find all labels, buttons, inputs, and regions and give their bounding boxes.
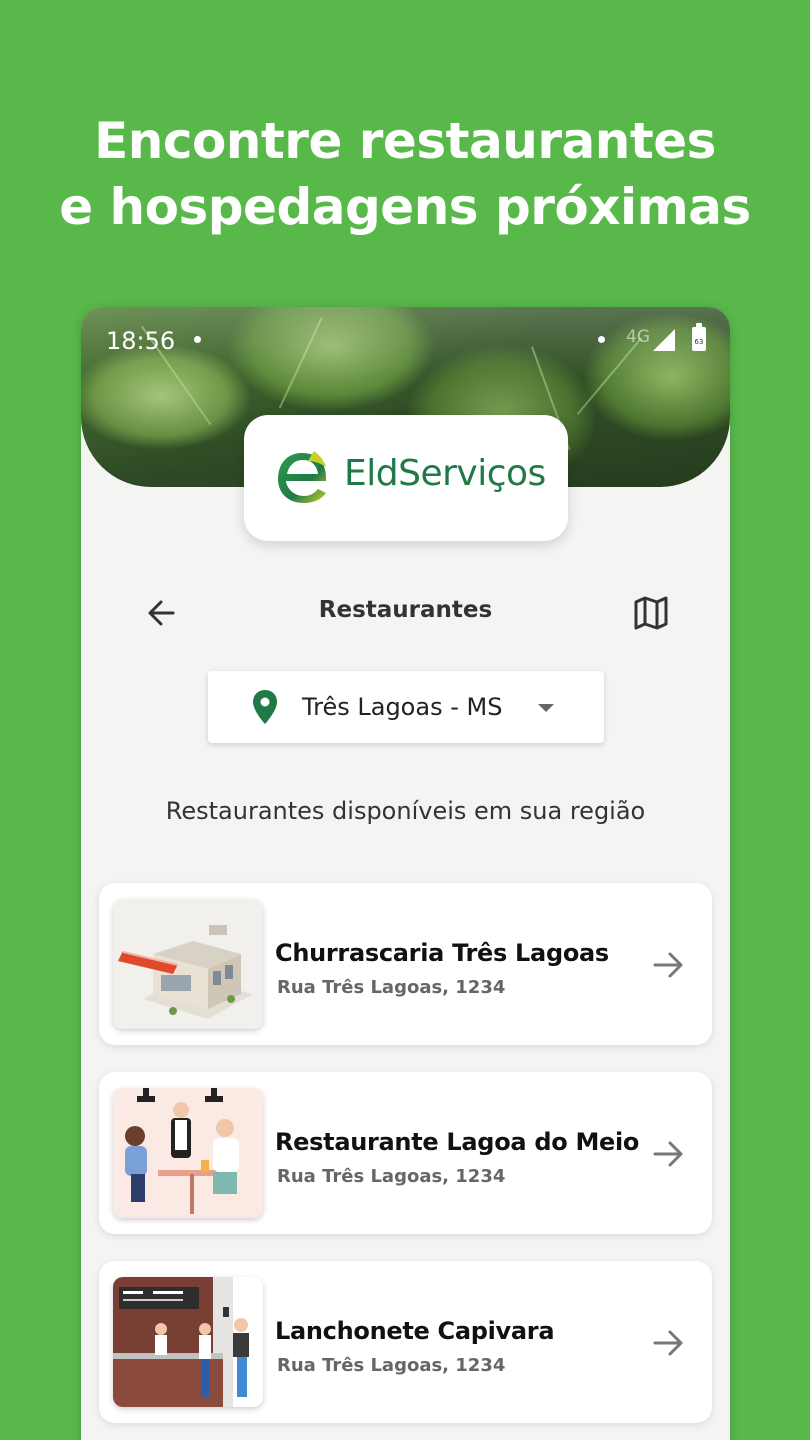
promo-headline: Encontre restaurantes e hospedagens próx… [0, 108, 810, 240]
battery-level: 63 [694, 338, 704, 346]
selected-location: Três Lagoas - MS [302, 693, 503, 721]
location-dropdown[interactable]: Três Lagoas - MS [208, 671, 604, 743]
notification-dot-icon [194, 336, 201, 343]
signal-icon [653, 329, 675, 351]
map-icon[interactable] [631, 593, 671, 633]
network-type: 4G [626, 327, 650, 347]
phone-screen: 18:56 4G 63 EldServiços Restaurantes Trê… [81, 307, 730, 1440]
status-time: 18:56 [106, 327, 176, 355]
headline-line-2: e hospedagens próximas [59, 178, 751, 236]
location-pin-icon [253, 690, 277, 724]
restaurant-thumbnail [113, 1277, 263, 1407]
arrow-right-icon[interactable] [651, 1325, 687, 1361]
restaurant-card[interactable]: Lanchonete Capivara Rua Três Lagoas, 123… [99, 1261, 712, 1423]
restaurant-name: Churrascaria Três Lagoas [275, 939, 609, 967]
dropdown-caret-icon [538, 704, 554, 712]
restaurant-address: Rua Três Lagoas, 1234 [277, 1166, 506, 1187]
status-bar: 18:56 4G 63 [81, 307, 730, 373]
brand-logo-card: EldServiços [244, 415, 568, 541]
battery-icon: 63 [692, 323, 706, 351]
list-subtitle: Restaurantes disponíveis em sua região [165, 797, 646, 825]
brand-logo-icon [278, 451, 327, 503]
restaurant-name: Lanchonete Capivara [275, 1317, 555, 1345]
notification-dot-icon [598, 336, 605, 343]
headline-line-1: Encontre restaurantes [94, 112, 716, 170]
restaurant-thumbnail [113, 899, 263, 1029]
restaurant-address: Rua Três Lagoas, 1234 [277, 1355, 506, 1376]
restaurant-card[interactable]: Restaurante Lagoa do Meio Rua Três Lagoa… [99, 1072, 712, 1234]
brand-name: EldServiços [344, 453, 546, 494]
arrow-right-icon[interactable] [651, 947, 687, 983]
restaurant-address: Rua Três Lagoas, 1234 [277, 977, 506, 998]
restaurant-thumbnail [113, 1088, 263, 1218]
restaurant-name: Restaurante Lagoa do Meio [275, 1128, 640, 1156]
arrow-right-icon[interactable] [651, 1136, 687, 1172]
restaurant-card[interactable]: Churrascaria Três Lagoas Rua Três Lagoas… [99, 883, 712, 1045]
